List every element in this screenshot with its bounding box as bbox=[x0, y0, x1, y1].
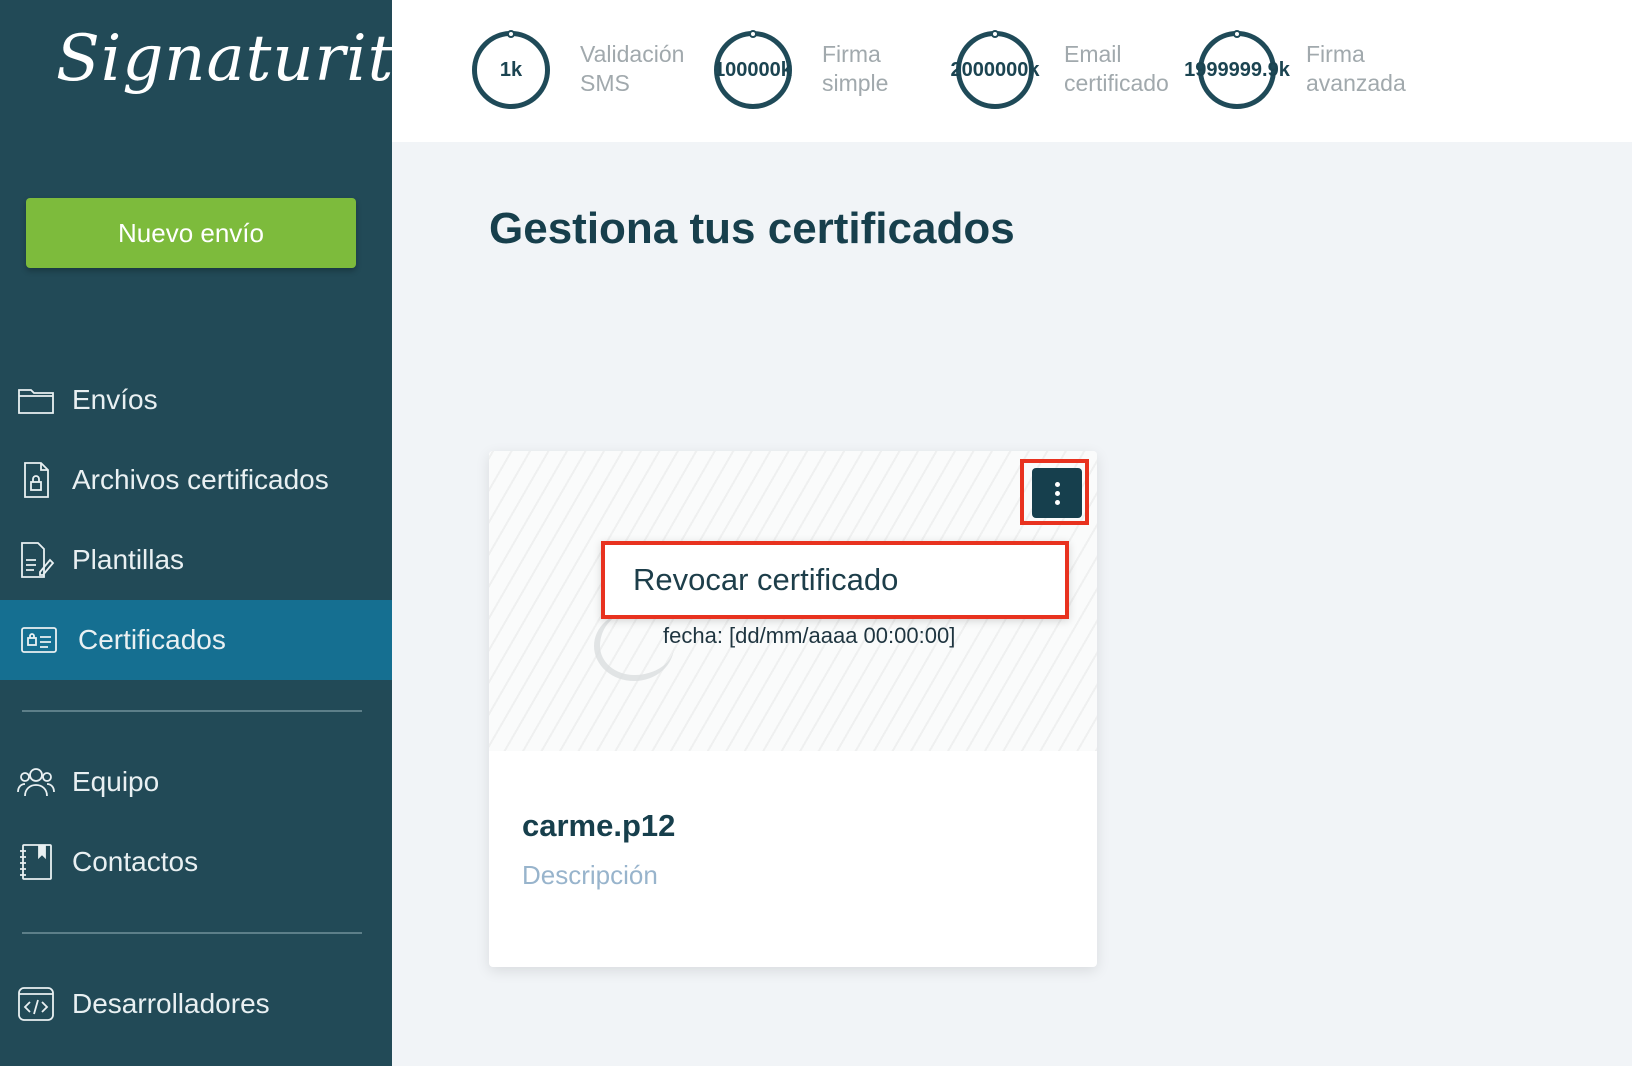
sidebar-item-label: Desarrolladores bbox=[72, 988, 270, 1019]
stat-ring: 1k bbox=[472, 30, 550, 109]
sidebar-item-envios[interactable]: Envíos bbox=[0, 360, 392, 440]
stat-email-certificado: 2000000k Email certificado bbox=[951, 30, 1169, 110]
sidebar-divider bbox=[22, 932, 362, 934]
locked-file-icon bbox=[0, 460, 72, 500]
template-edit-icon bbox=[0, 540, 72, 580]
certificate-card-icon bbox=[0, 620, 78, 660]
sidebar: Signaturit Nuevo envío Envíos Archivos c… bbox=[0, 0, 394, 1066]
stat-label: Validación SMS bbox=[580, 41, 685, 96]
signaturit-logo[interactable]: Signaturit bbox=[56, 22, 394, 96]
credits-bar: 1k Validación SMS 100000k Firma simple 2… bbox=[392, 0, 1632, 142]
certificate-name: carme.p12 bbox=[522, 808, 676, 843]
signature-swirl bbox=[594, 611, 674, 681]
stat-sms: 1k Validación SMS bbox=[472, 30, 684, 110]
stat-ring: 1999999.9k bbox=[1184, 30, 1290, 109]
certificate-description[interactable]: Descripción bbox=[522, 860, 658, 891]
team-icon bbox=[0, 762, 72, 802]
certificate-card[interactable]: fecha: [dd/mm/aaaa 00:00:00] Revocar cer… bbox=[489, 451, 1097, 967]
sidebar-item-label: Archivos certificados bbox=[72, 464, 329, 495]
sidebar-item-desarrolladores[interactable]: Desarrolladores bbox=[0, 964, 392, 1044]
new-envio-button[interactable]: Nuevo envío bbox=[26, 198, 356, 268]
page-title: Gestiona tus certificados bbox=[489, 204, 1015, 253]
sidebar-divider bbox=[22, 710, 362, 712]
stat-label: Firma simple bbox=[822, 41, 889, 96]
sidebar-item-label: Envíos bbox=[72, 384, 158, 415]
folder-icon bbox=[0, 380, 72, 420]
revoke-certificate-option[interactable]: Revocar certificado bbox=[601, 541, 1069, 619]
sidebar-item-label: Equipo bbox=[72, 766, 160, 797]
sidebar-item-label: Plantillas bbox=[72, 544, 185, 575]
stat-ring: 100000k bbox=[714, 30, 792, 109]
address-book-icon bbox=[0, 842, 72, 882]
sidebar-item-plantillas[interactable]: Plantillas bbox=[0, 520, 392, 600]
sidebar-item-label: Contactos bbox=[72, 846, 199, 877]
sidebar-item-contactos[interactable]: Contactos bbox=[0, 822, 392, 902]
sidebar-item-label: Certificados bbox=[78, 624, 226, 655]
stat-label: Firma avanzada bbox=[1306, 41, 1406, 96]
stat-firma-simple: 100000k Firma simple bbox=[714, 30, 888, 110]
menu-button-highlight bbox=[1020, 459, 1089, 525]
stat-firma-avanzada: 1999999.9k Firma avanzada bbox=[1184, 30, 1406, 110]
code-icon bbox=[0, 984, 72, 1024]
stat-label: Email certificado bbox=[1064, 41, 1169, 96]
sidebar-item-certificados[interactable]: Certificados bbox=[0, 600, 392, 680]
sidebar-item-archivos-certificados[interactable]: Archivos certificados bbox=[0, 440, 392, 520]
certificate-date: fecha: [dd/mm/aaaa 00:00:00] bbox=[663, 623, 956, 648]
sidebar-item-equipo[interactable]: Equipo bbox=[0, 742, 392, 822]
stat-ring: 2000000k bbox=[951, 30, 1040, 109]
